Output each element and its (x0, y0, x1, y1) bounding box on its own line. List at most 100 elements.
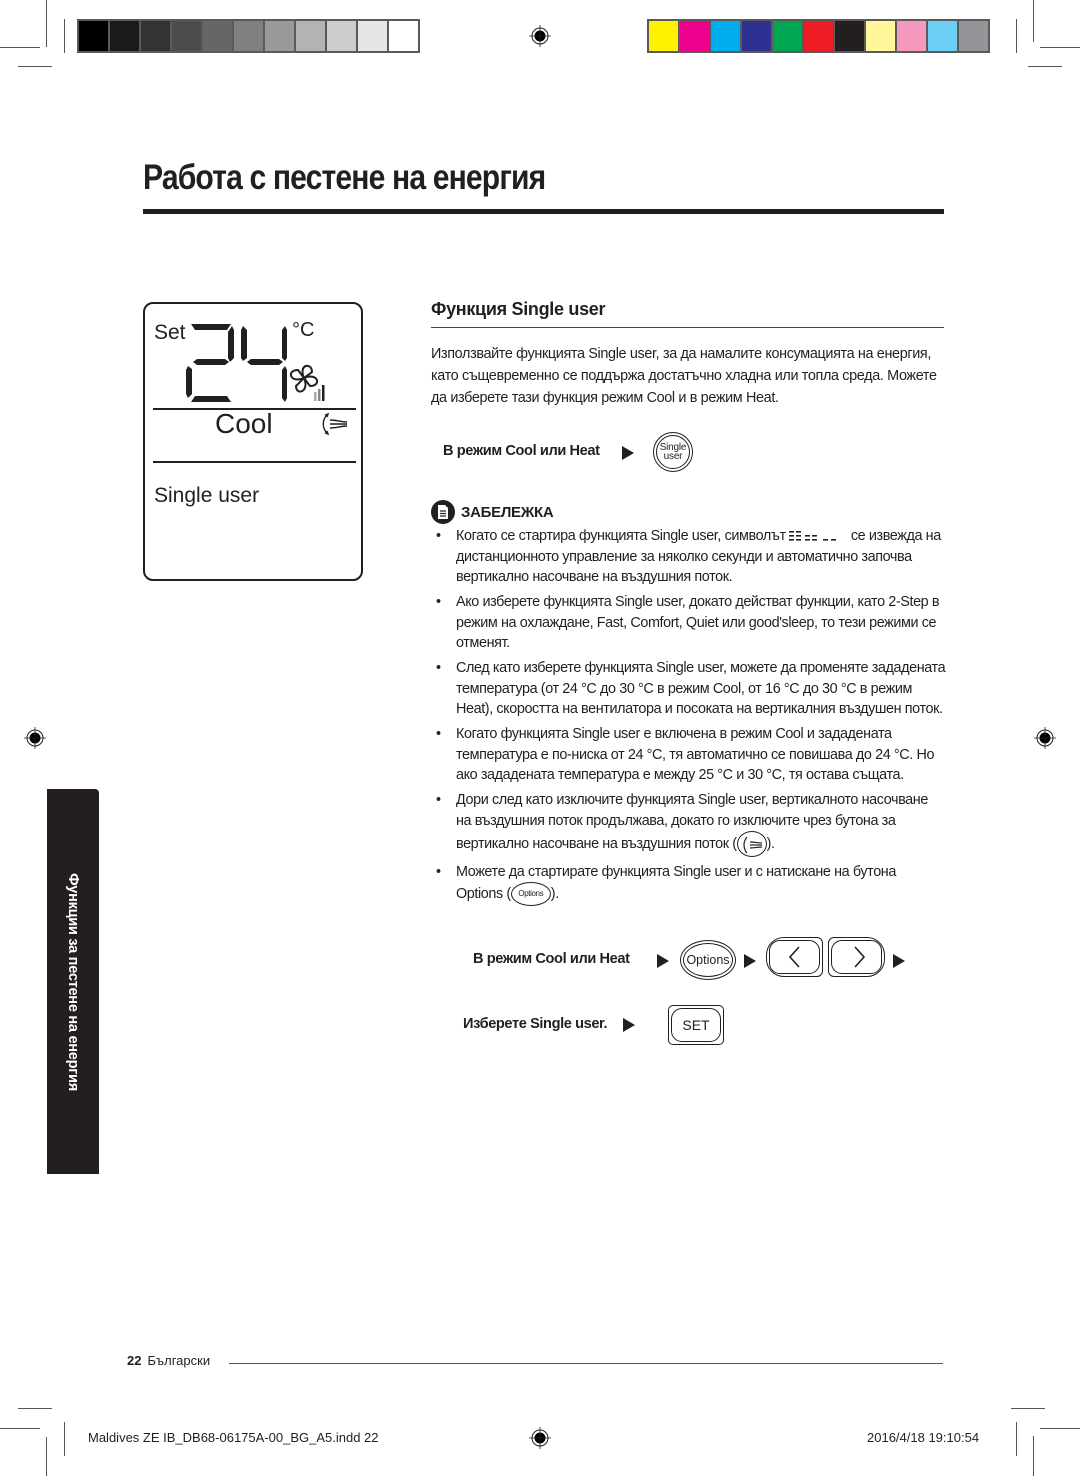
color-swatch (296, 21, 325, 51)
crop-mark (1033, 1436, 1034, 1476)
crop-mark (1033, 0, 1034, 42)
color-swatch (265, 21, 294, 51)
right-arrow-button-icon (828, 937, 885, 977)
title-rule (143, 209, 944, 214)
arrow-right-icon (657, 954, 669, 968)
slug-filename: Maldives ZE IB_DB68-06175A-00_BG_A5.indd… (88, 1430, 379, 1445)
crop-mark (1028, 66, 1062, 67)
color-swatch (804, 21, 833, 51)
color-swatch (327, 21, 356, 51)
process-color-bar (647, 19, 990, 53)
color-swatch (711, 21, 740, 51)
vertical-airflow-icon (322, 412, 348, 436)
section-title: Функция Single user (431, 299, 606, 319)
crop-mark (1016, 1422, 1017, 1456)
section-rule (431, 327, 944, 328)
crop-mark (1040, 47, 1080, 48)
options-button-icon: Options (510, 882, 551, 906)
color-swatch (234, 21, 263, 51)
crop-mark (1011, 1408, 1045, 1409)
note-list: • Когато се стартира функцията Single use… (431, 526, 946, 911)
bullet-text: Ако изберете функцията Single user, дока… (456, 594, 940, 651)
arrow-right-icon (622, 446, 634, 460)
crop-mark (18, 1408, 52, 1409)
color-swatch (835, 21, 864, 51)
list-item: • След като изберете функцията Single use… (436, 660, 946, 717)
note-title: ЗАБЕЛЕЖКА (461, 503, 554, 521)
color-swatch (649, 21, 678, 51)
step-label: В режим Cool или Heat (443, 443, 600, 459)
bullet-text: Когато се стартира функцията Single user… (456, 528, 790, 544)
display-unit: °C (292, 319, 315, 341)
bullet-text: Когато функцията Single user е включена … (456, 726, 935, 783)
color-swatch (680, 21, 709, 51)
list-item: • Когато се стартира функцията Single use… (436, 528, 941, 585)
color-swatch (110, 21, 139, 51)
button-label: Options (518, 889, 544, 898)
page-number: 22 (127, 1353, 142, 1368)
display-mode: Cool (215, 408, 273, 439)
step-label: Изберете Single user. (463, 1016, 608, 1032)
color-swatch (389, 21, 418, 51)
note-header: ЗАБЕЛЕЖКА (431, 500, 554, 524)
color-swatch (358, 21, 387, 51)
display-set-label: Set (154, 321, 186, 344)
bullet-text: ). (766, 835, 775, 852)
color-swatch (897, 21, 926, 51)
arrow-right-icon (623, 1018, 635, 1032)
list-item: • Ако изберете функцията Single user, док… (436, 594, 940, 651)
intro-paragraph: Използвайте функцията Single user, за да… (431, 346, 937, 406)
crop-mark (1016, 19, 1017, 53)
crop-mark (0, 1428, 40, 1429)
crop-mark (0, 47, 40, 48)
page-footer: 22 Български (127, 1353, 210, 1368)
remote-display-illustration: Set °C Cool Single user (143, 302, 363, 581)
arrow-right-icon (744, 954, 756, 968)
bullet-text: Дори след като изключите функцията Singl… (456, 792, 928, 852)
color-swatch (866, 21, 895, 51)
display-function: Single user (154, 484, 260, 507)
list-item: • Можете да стартирате функцията Single u… (431, 862, 946, 906)
grayscale-color-bar (77, 19, 420, 53)
slug-timestamp: 2016/4/18 19:10:54 (867, 1430, 980, 1445)
button-label: user (663, 451, 683, 462)
crop-mark (64, 1422, 65, 1456)
registration-mark-icon (1034, 727, 1056, 749)
temperature-digits (186, 324, 287, 402)
display-divider (153, 461, 356, 463)
arrow-right-icon (893, 954, 905, 968)
registration-mark-icon (529, 25, 551, 47)
color-swatch (172, 21, 201, 51)
color-swatch (742, 21, 771, 51)
crop-mark (46, 1437, 47, 1476)
crop-mark (18, 66, 52, 67)
step-label: В режим Cool или Heat (473, 951, 630, 967)
crop-mark (64, 19, 65, 53)
crop-mark (46, 0, 47, 47)
bullet-text: След като изберете функцията Single user… (456, 660, 946, 717)
airflow-segments-icon (789, 531, 837, 541)
set-button-icon: SET (668, 1005, 724, 1045)
button-label: Options (686, 953, 730, 967)
color-swatch (79, 21, 108, 51)
options-button-icon: Options (680, 940, 736, 980)
left-arrow-button-icon (766, 937, 823, 977)
color-swatch (203, 21, 232, 51)
note-icon (431, 500, 455, 524)
registration-mark-icon (529, 1427, 551, 1449)
single-user-button-icon: Single user (653, 432, 693, 472)
footer-rule (229, 1363, 943, 1364)
fan-icon (289, 364, 325, 401)
button-label: SET (682, 1017, 710, 1033)
color-swatch (959, 21, 988, 51)
color-swatch (928, 21, 957, 51)
list-item: • Когато функцията Single user е включена… (436, 726, 935, 783)
page-title: Работа с пестене на енергия (143, 158, 546, 197)
list-item: • Дори след като изключите функцията Sing… (431, 790, 946, 857)
bullet-text: ). (550, 885, 559, 902)
airflow-button-icon (736, 831, 767, 857)
footer-language: Български (147, 1353, 211, 1368)
color-swatch (773, 21, 802, 51)
registration-mark-icon (24, 727, 46, 749)
chapter-side-tab: Функции за пестене на енергия (47, 789, 99, 1174)
